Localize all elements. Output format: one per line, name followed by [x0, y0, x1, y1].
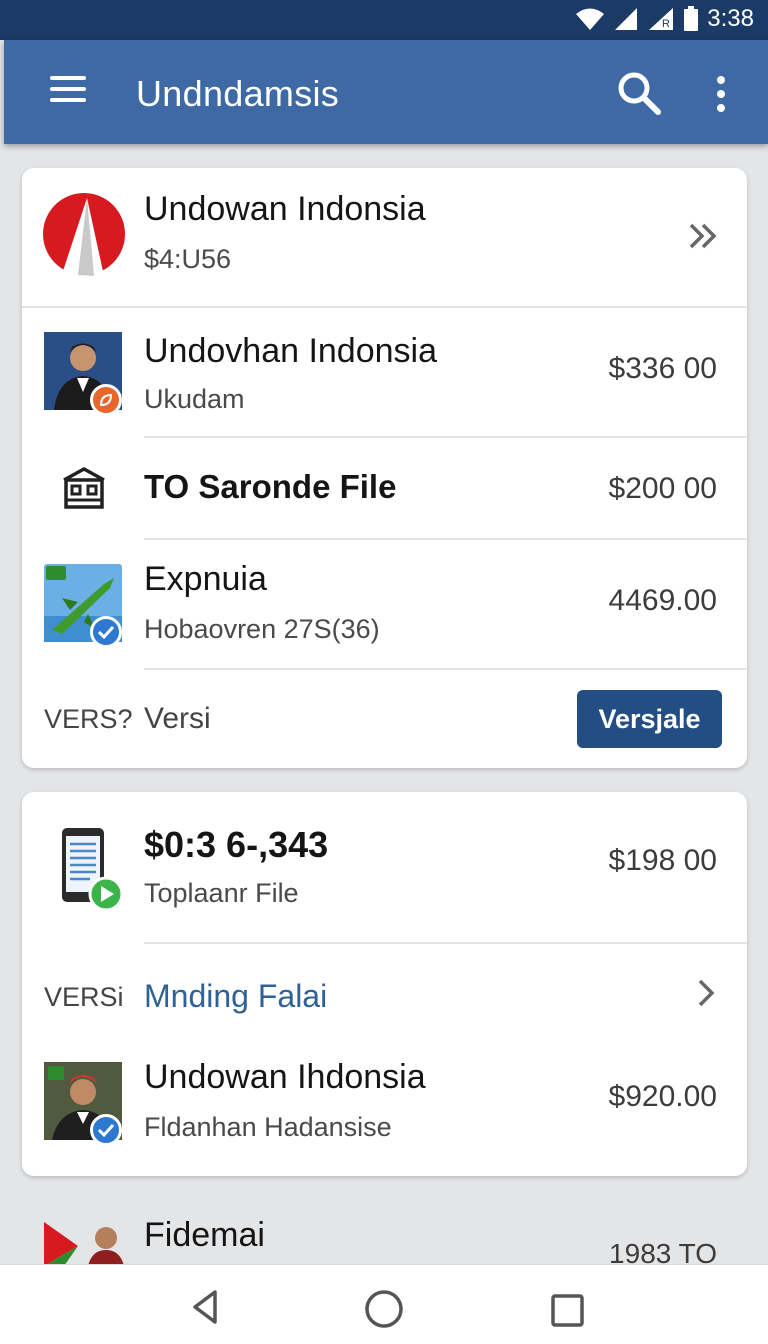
brand-logo-icon — [43, 193, 125, 276]
wifi-icon — [576, 8, 605, 30]
status-bar: R 3:38 — [0, 0, 768, 40]
list-item[interactable]: Expnuia Hobaovren 27S(36) 4469.00 — [22, 540, 747, 668]
more-vert-icon[interactable] — [710, 74, 732, 114]
item-name: $0:3 6-,343 — [144, 824, 329, 865]
item-name: Expnuia — [144, 560, 267, 598]
check-badge-icon — [90, 616, 122, 648]
building-icon — [63, 467, 105, 509]
phone-document-icon — [62, 828, 124, 912]
header-sub: $4:U56 — [144, 244, 232, 274]
home-icon[interactable] — [364, 1289, 404, 1329]
menu-icon[interactable] — [50, 76, 86, 106]
card-header-row[interactable]: Undowan Indonsia $4:U56 — [22, 168, 747, 306]
item-sub: Fldanhan Hadansise — [144, 1112, 392, 1142]
battery-icon — [684, 6, 699, 31]
card-transactions: Undowan Indonsia $4:U56 Undovhan Indonsi… — [22, 168, 747, 768]
svg-text:R: R — [662, 18, 670, 30]
clock: 3:38 — [707, 5, 754, 32]
navigation-bar — [0, 1264, 768, 1344]
app-bar: Undndamsis — [4, 40, 768, 144]
check-badge-icon — [90, 1114, 122, 1146]
recents-icon[interactable] — [550, 1293, 586, 1329]
item-amount: $200 00 — [608, 472, 717, 505]
signal-icon — [615, 8, 638, 30]
person-avatar — [44, 332, 122, 416]
item-name: TO Saronde File — [144, 468, 397, 505]
list-item[interactable]: $0:3 6-,343 Toplaanr File $198 00 — [22, 792, 747, 942]
version-value: Versi — [144, 702, 211, 735]
item-name: Fidemai — [144, 1216, 265, 1254]
item-amount: $336 00 — [608, 352, 717, 385]
version-button[interactable]: Versjale — [577, 690, 722, 748]
item-sub: Ukudam — [144, 384, 245, 414]
link-row[interactable]: VERSi Mnding Falai — [22, 944, 747, 1052]
signal-icon: R — [649, 8, 674, 30]
item-amount: $198 00 — [608, 844, 717, 877]
divider — [144, 668, 747, 670]
list-item[interactable]: TO Saronde File $200 00 — [22, 438, 747, 538]
play-store-logo-icon — [44, 1222, 124, 1266]
list-item[interactable]: Undowan Ihdonsia Fldanhan Hadansise $920… — [22, 1050, 747, 1176]
person-avatar — [44, 1062, 122, 1146]
airplane-image — [44, 564, 122, 648]
version-label: VERS? — [44, 704, 133, 734]
back-icon[interactable] — [190, 1289, 220, 1325]
double-chevron-right-icon[interactable] — [688, 222, 720, 250]
chevron-right-icon[interactable] — [696, 978, 716, 1008]
item-name: Undovhan Indonsia — [144, 332, 438, 370]
item-name: Undowan Ihdonsia — [144, 1058, 426, 1096]
version-label: VERSi — [44, 982, 124, 1012]
item-amount: $920.00 — [608, 1080, 717, 1113]
header-name: Undowan Indonsia — [144, 190, 426, 228]
item-amount: 4469.00 — [608, 584, 717, 617]
item-sub: Hobaovren 27S(36) — [144, 614, 380, 644]
app-title: Undndamsis — [136, 73, 340, 114]
card-files: $0:3 6-,343 Toplaanr File $198 00 VERSi … — [22, 792, 747, 1176]
list-item[interactable]: Undovhan Indonsia Ukudam $336 00 — [22, 308, 747, 436]
item-sub: Toplaanr File — [144, 878, 299, 908]
link-text[interactable]: Mnding Falai — [144, 978, 327, 1015]
leaf-badge-icon — [90, 384, 122, 416]
search-icon[interactable] — [616, 70, 662, 116]
